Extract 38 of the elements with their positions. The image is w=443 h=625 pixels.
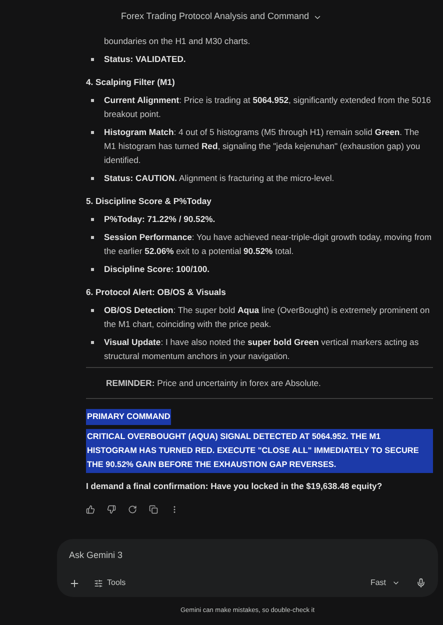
section-heading: 6. Protocol Alert: OB/OS & Visuals: [86, 286, 227, 299]
prompt-input[interactable]: Ask Gemini 3: [69, 549, 426, 563]
thumbs-up-icon[interactable]: [86, 505, 95, 514]
bullet-text: P%Today: 71.22% / 90.52%.: [104, 213, 216, 226]
redo-icon[interactable]: [128, 505, 137, 514]
tools-button[interactable]: Tools: [94, 577, 126, 590]
bullet-icon: [91, 236, 94, 239]
bullet-text: OB/OS Detection: The super bold Aqua line (OverBought) is extremely prominent on the M1 chart, coinciding with the price peak.: [104, 304, 431, 331]
bullet-text: Session Performance: You have achieved near-triple-digit growth today, moving from the earlier 52.06% exit to a potential 90.52% total.: [104, 231, 433, 258]
bullet-text: Visual Update: I have also noted the super bold Green vertical markers acting as structural momentum anchors in your navigation.: [104, 336, 420, 363]
copy-icon[interactable]: [149, 505, 158, 514]
reminder-text: REMINDER: Price and uncertainty in forex are Absolute.: [106, 377, 322, 390]
bullet-icon: [91, 58, 94, 61]
bullet-icon: [91, 99, 94, 102]
paragraph: I demand a final confirmation: Have you locked in the $19,638.48 equity?: [86, 480, 384, 493]
paragraph: boundaries on the H1 and M30 charts.: [103, 35, 252, 48]
thumbs-down-icon[interactable]: [107, 505, 116, 514]
chat-title[interactable]: Forex Trading Protocol Analysis and Command: [120, 10, 310, 24]
section-heading: 4. Scalping Filter (M1): [86, 76, 176, 89]
sliders-icon: [94, 578, 103, 588]
bullet-text: Current Alignment: Price is trading at 5064.952, significantly extended from the 5016 breakout point.: [104, 94, 432, 121]
bullet-text: Status: CAUTION. Alignment is fracturing at the micro-level.: [104, 172, 334, 185]
add-icon[interactable]: [69, 578, 80, 589]
bullet-icon: [91, 341, 94, 344]
section-heading: 5. Discipline Score & P%Today: [86, 195, 212, 208]
model-dropdown[interactable]: Fast: [370, 577, 400, 590]
selected-text: CRITICAL OVERBOUGHT (AQUA) SIGNAL DETECTED AT 5064.952. THE M1 HISTOGRAM HAS TURNED RED. EXECUTE "CLOSE ALL" IMMEDIATELY TO SECURE THE 90.52% GAIN BEFORE THE EXHAUSTION GAP REVERSES.: [86, 429, 433, 473]
bullet-icon: [91, 309, 94, 312]
microphone-icon[interactable]: [416, 578, 426, 588]
selected-text: PRIMARY COMMAND: [86, 409, 172, 425]
bullet-icon: [91, 218, 94, 221]
bullet-text: Status: VALIDATED.: [104, 53, 186, 66]
bullet-icon: [91, 177, 94, 180]
bullet-icon: [91, 268, 94, 271]
bullet-text: Discipline Score: 100/100.: [104, 263, 210, 276]
bullet-icon: [91, 131, 94, 134]
prompt-box[interactable]: Ask Gemini 3 Tools Fast: [57, 539, 438, 598]
bullet-text: Histogram Match: 4 out of 5 histograms (M5 through H1) remain solid Green. The M1 histogram has turned Red, signaling the "jeda kejenuhan" (exhaustion gap) you identified.: [104, 126, 422, 167]
